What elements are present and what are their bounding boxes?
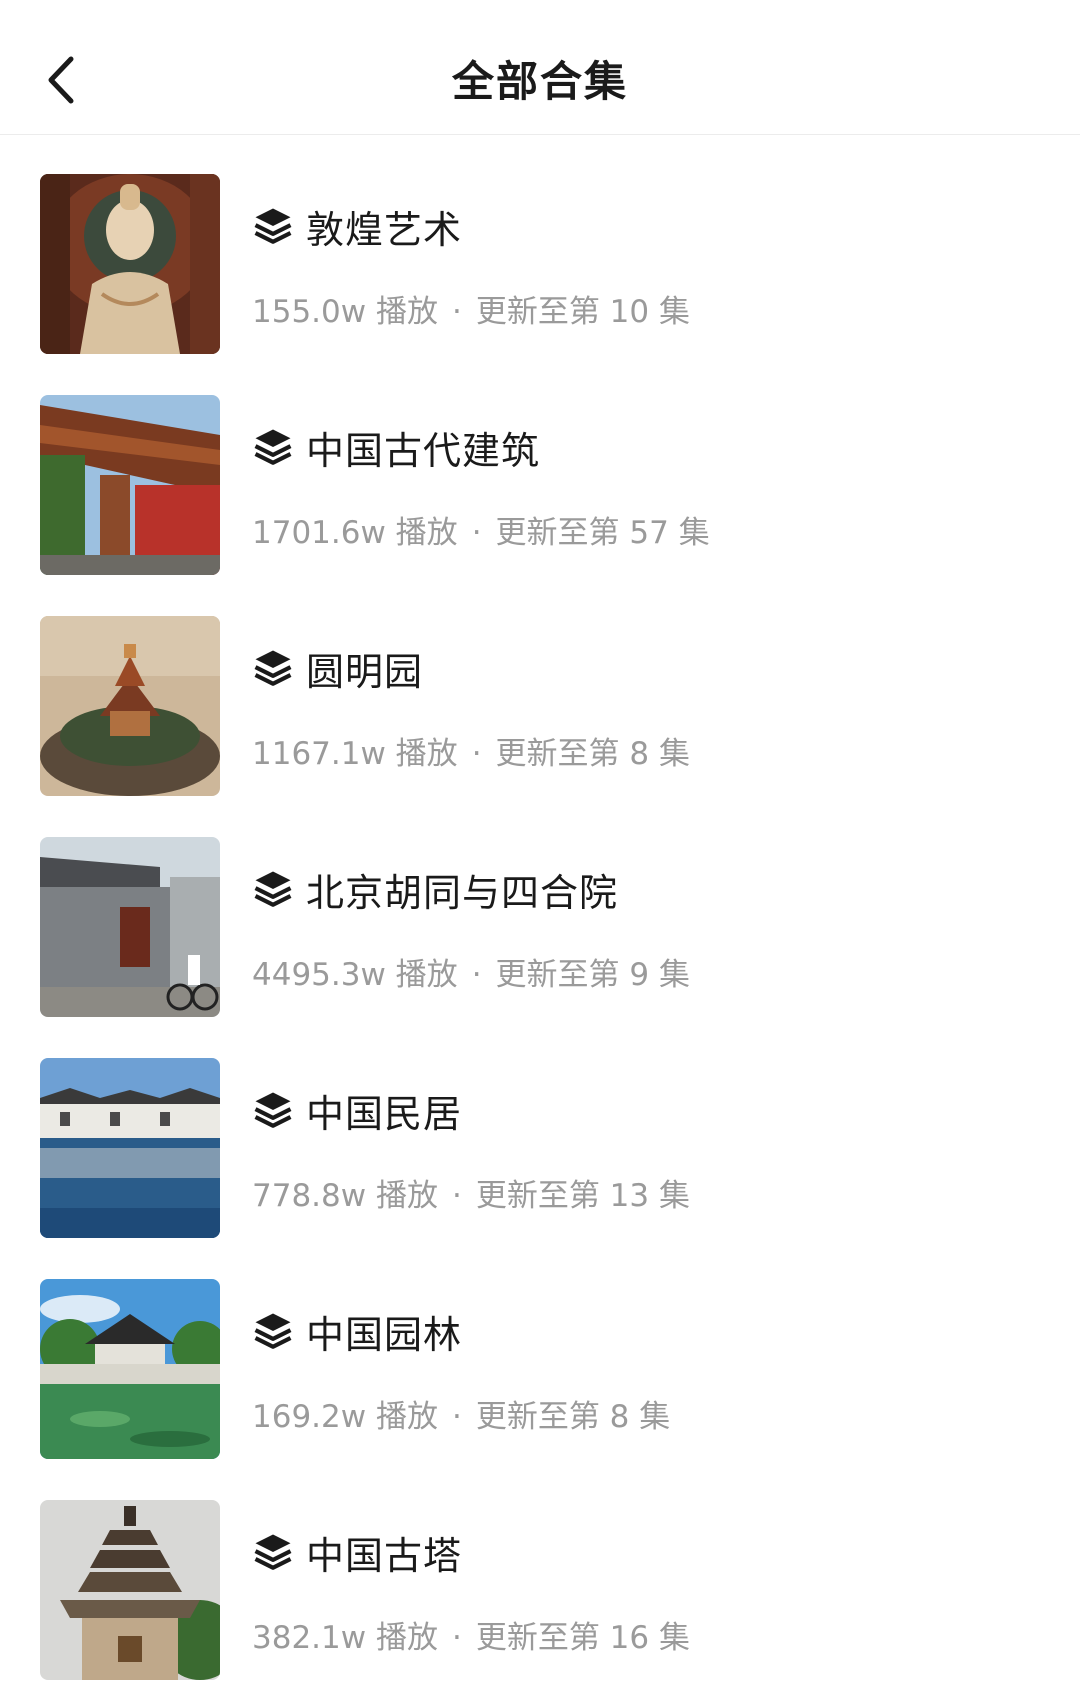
collection-meta: 4495.3w 播放 · 更新至第 9 集	[252, 957, 690, 993]
collection-item[interactable]: 中国古塔 382.1w 播放 · 更新至第 16 集	[0, 1460, 1080, 1681]
collection-list: 敦煌艺术 155.0w 播放 · 更新至第 10 集 中国古代建筑 1701.6w …	[0, 134, 1080, 1681]
episode-update: 更新至第 8 集	[495, 736, 690, 772]
collection-thumbnail	[40, 395, 220, 575]
episode-update: 更新至第 10 集	[475, 294, 690, 330]
collection-layers-icon	[252, 1531, 294, 1573]
collection-thumbnail	[40, 1279, 220, 1459]
collection-item[interactable]: 圆明园 1167.1w 播放 · 更新至第 8 集	[0, 576, 1080, 797]
collection-item[interactable]: 中国民居 778.8w 播放 · 更新至第 13 集	[0, 1018, 1080, 1239]
collection-item[interactable]: 中国园林 169.2w 播放 · 更新至第 8 集	[0, 1239, 1080, 1460]
play-count: 155.0w 播放	[252, 294, 438, 330]
collection-title: 北京胡同与四合院	[306, 870, 619, 915]
episode-update: 更新至第 13 集	[475, 1178, 690, 1214]
collection-item[interactable]: 敦煌艺术 155.0w 播放 · 更新至第 10 集	[0, 134, 1080, 355]
episode-update: 更新至第 16 集	[475, 1620, 690, 1656]
top-bar: 全部合集	[0, 0, 1080, 135]
collection-title: 敦煌艺术	[306, 207, 463, 252]
play-count: 778.8w 播放	[252, 1178, 438, 1214]
episode-update: 更新至第 9 集	[495, 957, 690, 993]
collection-meta: 1167.1w 播放 · 更新至第 8 集	[252, 736, 690, 772]
collection-title: 圆明园	[306, 649, 424, 694]
collection-meta: 169.2w 播放 · 更新至第 8 集	[252, 1399, 671, 1435]
play-count: 169.2w 播放	[252, 1399, 438, 1435]
play-count: 4495.3w 播放	[252, 957, 458, 993]
play-count: 1701.6w 播放	[252, 515, 458, 551]
collection-layers-icon	[252, 205, 294, 247]
collection-item[interactable]: 中国古代建筑 1701.6w 播放 · 更新至第 57 集	[0, 355, 1080, 576]
collection-meta: 382.1w 播放 · 更新至第 16 集	[252, 1620, 690, 1656]
collection-thumbnail	[40, 1500, 220, 1680]
collection-thumbnail	[40, 174, 220, 354]
episode-update: 更新至第 8 集	[475, 1399, 671, 1435]
collection-meta: 1701.6w 播放 · 更新至第 57 集	[252, 515, 710, 551]
collection-title: 中国古代建筑	[306, 428, 541, 473]
collection-thumbnail	[40, 837, 220, 1017]
collection-thumbnail	[40, 616, 220, 796]
collection-item[interactable]: 北京胡同与四合院 4495.3w 播放 · 更新至第 9 集	[0, 797, 1080, 1018]
play-count: 382.1w 播放	[252, 1620, 438, 1656]
collection-meta: 155.0w 播放 · 更新至第 10 集	[252, 294, 690, 330]
collection-layers-icon	[252, 1310, 294, 1352]
collection-title: 中国民居	[306, 1091, 463, 1136]
collection-thumbnail	[40, 1058, 220, 1238]
collection-layers-icon	[252, 868, 294, 910]
collection-layers-icon	[252, 1089, 294, 1131]
collection-title: 中国古塔	[306, 1533, 463, 1578]
collection-layers-icon	[252, 647, 294, 689]
collection-meta: 778.8w 播放 · 更新至第 13 集	[252, 1178, 690, 1214]
page-title: 全部合集	[451, 57, 628, 106]
episode-update: 更新至第 57 集	[495, 515, 710, 551]
play-count: 1167.1w 播放	[252, 736, 458, 772]
collection-layers-icon	[252, 426, 294, 468]
collection-title: 中国园林	[306, 1312, 463, 1357]
